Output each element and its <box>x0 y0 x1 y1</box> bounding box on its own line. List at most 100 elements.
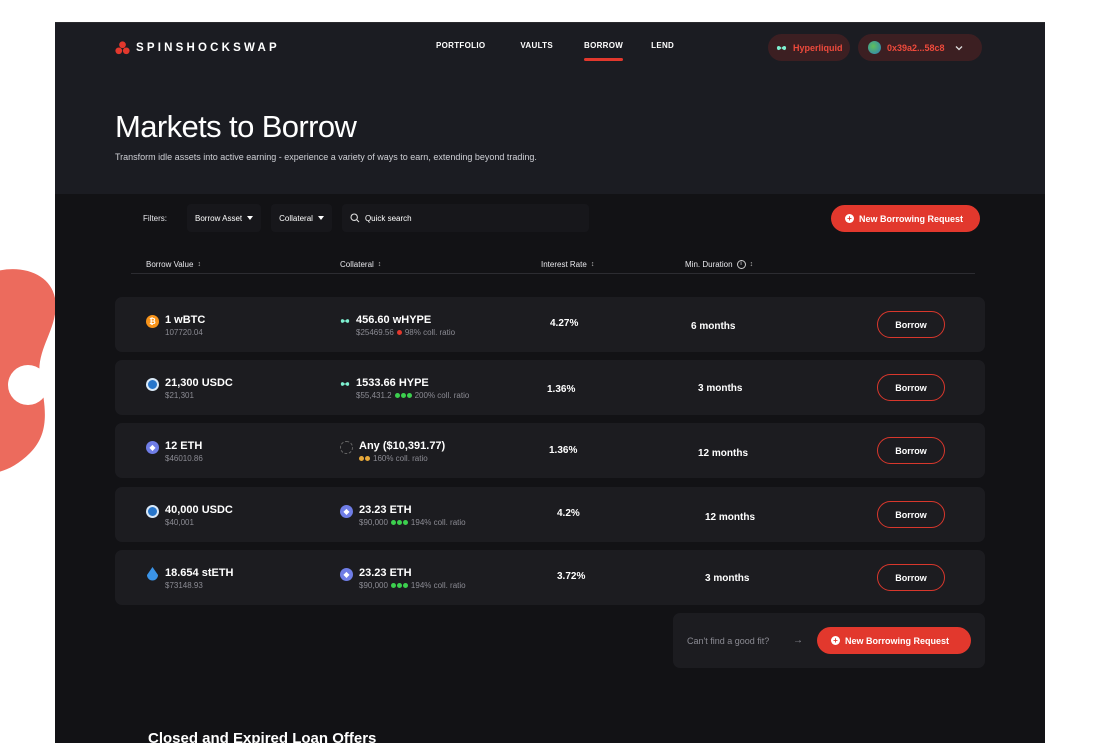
wallet-address: 0x39a2...58c8 <box>887 42 945 53</box>
ratio-indicator <box>390 520 408 525</box>
bitcoin-icon: ₿ <box>146 315 159 328</box>
borrow-asset-dropdown[interactable]: Borrow Asset <box>187 204 262 232</box>
new-request-label: New Borrowing Request <box>859 213 964 224</box>
ethereum-icon: ◆ <box>340 505 353 518</box>
hype-icon <box>340 382 350 386</box>
table-row[interactable]: 40,000 USDC $40,001 ◆ 23.23 ETH $90,000 … <box>115 487 985 542</box>
collateral-cell: ◆ 23.23 ETH $90,000 194% coll. ratio <box>340 504 466 527</box>
borrow-cell: ◆ 12 ETH $46010.86 <box>146 440 203 463</box>
borrow-cell: 18.654 stETH $73148.93 <box>146 567 233 590</box>
arrow-right-icon: → <box>793 635 803 646</box>
borrow-asset-label: Borrow Asset <box>195 213 243 223</box>
header-label: Borrow Value <box>146 260 194 269</box>
logo-mark-icon <box>115 41 130 55</box>
coll-ratio: 98% coll. ratio <box>404 328 456 337</box>
app-window: SPINSHOCKSWAP PORTFOLIO VAULTS BORROW LE… <box>55 22 1045 743</box>
ethereum-icon: ◆ <box>340 568 353 581</box>
coll-ratio: 194% coll. ratio <box>410 581 466 590</box>
collateral-cell: 456.60 wHYPE $25469.56 98% coll. ratio <box>340 314 455 337</box>
nav-lend[interactable]: LEND <box>651 41 674 63</box>
sort-icon: ↕ <box>377 260 382 268</box>
table-row[interactable]: ₿ 1 wBTC 107720.04 456.60 wHYPE $25469.5… <box>115 297 985 352</box>
search-input[interactable]: Quick search <box>341 204 589 232</box>
collateral-amount: 23.23 ETH <box>359 504 412 516</box>
interest-rate: 1.36% <box>549 445 578 456</box>
collateral-amount: 1533.66 HYPE <box>356 377 429 389</box>
main-nav: PORTFOLIO VAULTS BORROW LEND <box>436 41 674 63</box>
header-label: Min. Duration <box>685 260 733 269</box>
collateral-cell: Any ($10,391.77) 160% coll. ratio <box>340 440 445 463</box>
nav-portfolio[interactable]: PORTFOLIO <box>436 41 485 63</box>
borrow-button[interactable]: Borrow <box>877 437 945 464</box>
search-placeholder: Quick search <box>364 213 412 223</box>
collateral-value: $55,431.2 <box>356 391 392 400</box>
borrow-value-text: 107720.04 <box>165 328 203 337</box>
interest-rate: 4.2% <box>557 508 580 519</box>
table-header: Borrow Value ↕ Collateral ↕ Interest Rat… <box>131 253 975 274</box>
collateral-dropdown[interactable]: Collateral <box>271 204 332 232</box>
borrow-amount: 12 ETH <box>165 440 203 452</box>
interest-rate: 3.72% <box>557 571 586 582</box>
header-min-duration[interactable]: Min. Duration i ↕ <box>685 260 753 269</box>
ratio-indicator <box>396 330 402 335</box>
borrow-amount: 21,300 USDC <box>165 377 233 389</box>
table-row[interactable]: 18.654 stETH $73148.93 ◆ 23.23 ETH $90,0… <box>115 550 985 605</box>
new-borrowing-request-button[interactable]: + New Borrowing Request <box>831 205 980 232</box>
borrow-value-text: $21,301 <box>165 391 194 400</box>
chain-selector[interactable]: Hyperliquid <box>768 34 850 61</box>
header-label: Collateral <box>340 260 374 269</box>
usdc-icon <box>146 505 159 518</box>
coll-ratio: 194% coll. ratio <box>410 518 466 527</box>
borrow-button[interactable]: Borrow <box>877 311 945 338</box>
borrow-value-text: $40,001 <box>165 518 194 527</box>
borrow-cell: 21,300 USDC $21,301 <box>146 377 233 400</box>
plus-icon: + <box>831 636 840 645</box>
header-interest-rate[interactable]: Interest Rate ↕ <box>541 260 594 269</box>
page-title: Markets to Borrow <box>115 109 357 144</box>
info-icon: i <box>736 260 746 269</box>
ratio-indicator <box>359 456 370 461</box>
borrow-button[interactable]: Borrow <box>877 564 945 591</box>
fit-prompt-box: Can't find a good fit? → + New Borrowing… <box>673 613 985 668</box>
table-row[interactable]: 21,300 USDC $21,301 1533.66 HYPE $55,431… <box>115 360 985 415</box>
min-duration: 12 months <box>705 512 756 523</box>
min-duration: 12 months <box>698 448 749 459</box>
hyperliquid-icon <box>776 45 787 50</box>
brand-name: SPINSHOCKSWAP <box>136 42 280 54</box>
chain-label: Hyperliquid <box>793 42 843 53</box>
ratio-indicator <box>390 583 408 588</box>
borrow-button[interactable]: Borrow <box>877 501 945 528</box>
ratio-indicator <box>394 393 412 398</box>
header-collateral[interactable]: Collateral ↕ <box>340 260 381 269</box>
collateral-amount: 456.60 wHYPE <box>356 314 432 326</box>
usdc-icon <box>146 378 159 391</box>
closed-offers-heading: Closed and Expired Loan Offers <box>148 730 377 743</box>
nav-vaults[interactable]: VAULTS <box>520 41 553 63</box>
collateral-amount: Any ($10,391.77) <box>359 440 446 452</box>
min-duration: 3 months <box>698 383 743 394</box>
table-row[interactable]: ◆ 12 ETH $46010.86 Any ($10,391.77) 160%… <box>115 423 985 478</box>
plus-icon: + <box>845 214 854 223</box>
new-borrowing-request-button-bottom[interactable]: + New Borrowing Request <box>817 627 971 654</box>
borrow-value-text: $46010.86 <box>165 454 203 463</box>
any-asset-icon <box>340 441 353 454</box>
coll-ratio: 200% coll. ratio <box>414 391 470 400</box>
coll-ratio: 160% coll. ratio <box>373 454 428 463</box>
header-borrow-value[interactable]: Borrow Value ↕ <box>146 260 201 269</box>
wallet-button[interactable]: 0x39a2...58c8 <box>858 34 982 61</box>
search-icon <box>350 213 360 223</box>
new-request-label: New Borrowing Request <box>845 635 950 646</box>
sort-icon: ↕ <box>590 260 595 268</box>
collateral-amount: 23.23 ETH <box>359 567 412 579</box>
borrow-button[interactable]: Borrow <box>877 374 945 401</box>
collateral-value: $90,000 <box>359 581 388 590</box>
brand-logo[interactable]: SPINSHOCKSWAP <box>115 41 280 55</box>
min-duration: 3 months <box>705 573 750 584</box>
min-duration: 6 months <box>691 321 736 332</box>
collateral-cell: 1533.66 HYPE $55,431.2 200% coll. ratio <box>340 377 469 400</box>
filters-label: Filters: <box>143 213 167 223</box>
page-subtitle: Transform idle assets into active earnin… <box>115 152 537 162</box>
nav-borrow[interactable]: BORROW <box>584 41 624 63</box>
filter-bar: Filters: Borrow Asset Collateral Quick s… <box>143 204 589 232</box>
ethereum-icon: ◆ <box>146 441 159 454</box>
